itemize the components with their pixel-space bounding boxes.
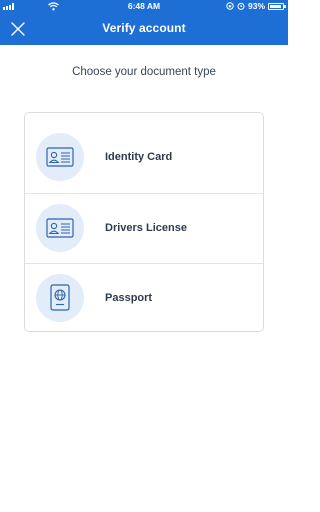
section-heading: Choose your document type bbox=[72, 66, 216, 78]
option-passport[interactable]: Passport bbox=[25, 263, 263, 333]
drivers-license-icon bbox=[36, 204, 84, 252]
page-title: Verify account bbox=[102, 21, 186, 35]
rotation-lock-icon bbox=[226, 2, 234, 10]
passport-icon bbox=[36, 274, 84, 322]
battery-percent: 93% bbox=[247, 1, 265, 11]
app-bar: Verify account bbox=[0, 13, 288, 45]
status-bar: 6:48 AM 93% bbox=[0, 0, 288, 13]
option-label: Drivers License bbox=[105, 222, 187, 234]
document-type-list: Identity Card Drivers License Passport bbox=[24, 112, 264, 332]
option-label: Identity Card bbox=[105, 151, 173, 163]
battery-icon bbox=[268, 2, 286, 10]
option-label: Passport bbox=[105, 292, 153, 304]
option-drivers-license[interactable]: Drivers License bbox=[25, 193, 263, 263]
id-card-icon bbox=[36, 133, 84, 181]
alarm-icon bbox=[237, 2, 245, 10]
option-identity-card[interactable]: Identity Card bbox=[25, 123, 263, 193]
